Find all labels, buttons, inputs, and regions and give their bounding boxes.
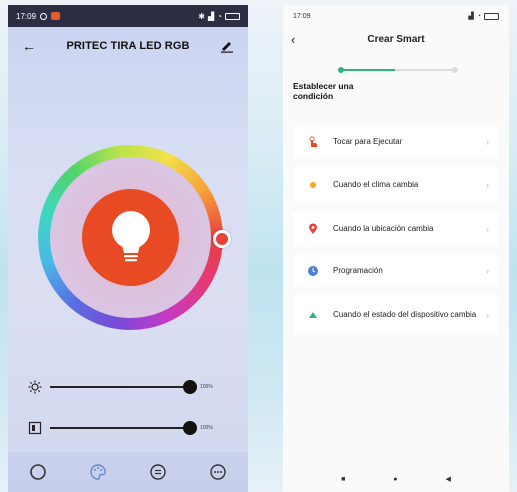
- wifi-icon: ◔: [217, 11, 222, 21]
- condition-label: Tocar para Ejecutar: [333, 137, 403, 146]
- right-phone-screen: 17:09 ▟ ◔ ‹ Crear Smart Establecer una c…: [283, 5, 509, 492]
- chevron-right-icon: ›: [486, 180, 489, 190]
- contrast-value: 100%: [200, 425, 213, 431]
- palette-icon[interactable]: [89, 463, 107, 481]
- home-icon[interactable]: ●: [393, 476, 397, 483]
- device-icon: [309, 312, 317, 318]
- bluetooth-icon: ✱: [198, 11, 205, 21]
- step-2-dot: [452, 67, 458, 73]
- progress-line-done: [343, 69, 395, 71]
- condition-label: Cuando la ubicación cambia: [333, 224, 434, 233]
- white-mode-icon[interactable]: [29, 463, 47, 481]
- alarm-icon: [40, 12, 48, 20]
- contrast-slider-thumb[interactable]: [183, 421, 197, 435]
- brightness-value: 100%: [200, 384, 213, 390]
- signal-icon: ▟: [208, 11, 215, 21]
- back-nav-icon[interactable]: ◀: [446, 475, 451, 483]
- device-title: PRITEC TIRA LED RGB: [66, 40, 190, 52]
- step-1-dot: [338, 67, 344, 73]
- status-time: 17:09: [16, 11, 37, 21]
- condition-label: Programación: [333, 266, 383, 275]
- status-bar-left: 17:09: [16, 11, 61, 21]
- hand-tap-icon: [309, 136, 317, 147]
- brightness-slider-row: 100%: [28, 379, 243, 395]
- color-ring[interactable]: [38, 145, 231, 330]
- section-title: Establecer una condición: [293, 81, 354, 101]
- contrast-slider-row: 100%: [28, 420, 243, 436]
- device-header: ← PRITEC TIRA LED RGB: [8, 27, 248, 65]
- location-pin-icon: [309, 223, 317, 234]
- condition-weather[interactable]: Cuando el clima cambia ›: [293, 167, 499, 203]
- signal-icon: ▟: [468, 13, 474, 20]
- condition-label: Cuando el clima cambia: [333, 180, 419, 189]
- condition-tap-to-run[interactable]: Tocar para Ejecutar ›: [293, 125, 499, 159]
- color-wheel[interactable]: [38, 145, 231, 330]
- scene-list-icon[interactable]: [149, 463, 167, 481]
- status-bar-right: ▟ ◔: [468, 12, 499, 20]
- chevron-right-icon: ›: [486, 266, 489, 276]
- battery-icon: [484, 12, 499, 20]
- brightness-icon: [28, 380, 42, 394]
- edit-icon[interactable]: [220, 39, 234, 53]
- color-picker-handle[interactable]: [213, 230, 231, 248]
- condition-device-status[interactable]: Cuando el estado del dispositivo cambia …: [293, 295, 499, 335]
- brightness-slider-track[interactable]: [50, 380, 197, 394]
- progress-line-pending: [395, 69, 455, 71]
- condition-label: Cuando el estado del dispositivo cambia: [333, 310, 477, 319]
- step-progress: [338, 67, 458, 73]
- condition-schedule[interactable]: Programación ›: [293, 255, 499, 287]
- condition-list: Tocar para Ejecutar › Cuando el clima ca…: [293, 125, 499, 343]
- mode-nav-bar: [8, 452, 248, 492]
- wifi-icon: ◔: [476, 12, 481, 20]
- smart-header: ‹ Crear Smart: [283, 27, 509, 51]
- lightbulb-icon: [111, 210, 150, 261]
- condition-location[interactable]: Cuando la ubicación cambia ›: [293, 211, 499, 247]
- status-bar: 17:09 ▟ ◔: [283, 5, 509, 27]
- status-bar: 17:09 ✱ ▟ ◔: [8, 5, 248, 27]
- chevron-right-icon: ›: [486, 310, 489, 320]
- contrast-slider-track[interactable]: [50, 421, 197, 435]
- back-arrow-icon[interactable]: ←: [22, 38, 36, 54]
- sun-icon: [310, 182, 316, 188]
- light-power-button[interactable]: [82, 189, 179, 286]
- more-options-icon[interactable]: [209, 463, 227, 481]
- system-nav-bar: ■ ● ◀: [283, 466, 509, 492]
- brightness-slider-thumb[interactable]: [183, 380, 197, 394]
- chevron-right-icon: ›: [486, 224, 489, 234]
- status-bar-right: ✱ ▟ ◔: [198, 12, 240, 21]
- recent-apps-icon[interactable]: ■: [341, 476, 345, 483]
- chevron-right-icon: ›: [486, 137, 489, 147]
- battery-icon: [225, 12, 240, 20]
- page-title: Crear Smart: [367, 33, 425, 45]
- app-notification-icon: [51, 12, 61, 20]
- color-wheel-center: [50, 157, 211, 318]
- clock-icon: [308, 266, 318, 276]
- contrast-icon: [28, 421, 42, 435]
- status-time: 17:09: [293, 12, 311, 20]
- left-phone-screen: 17:09 ✱ ▟ ◔ ← PRITEC TIRA LED RGB 100% 1…: [8, 5, 248, 492]
